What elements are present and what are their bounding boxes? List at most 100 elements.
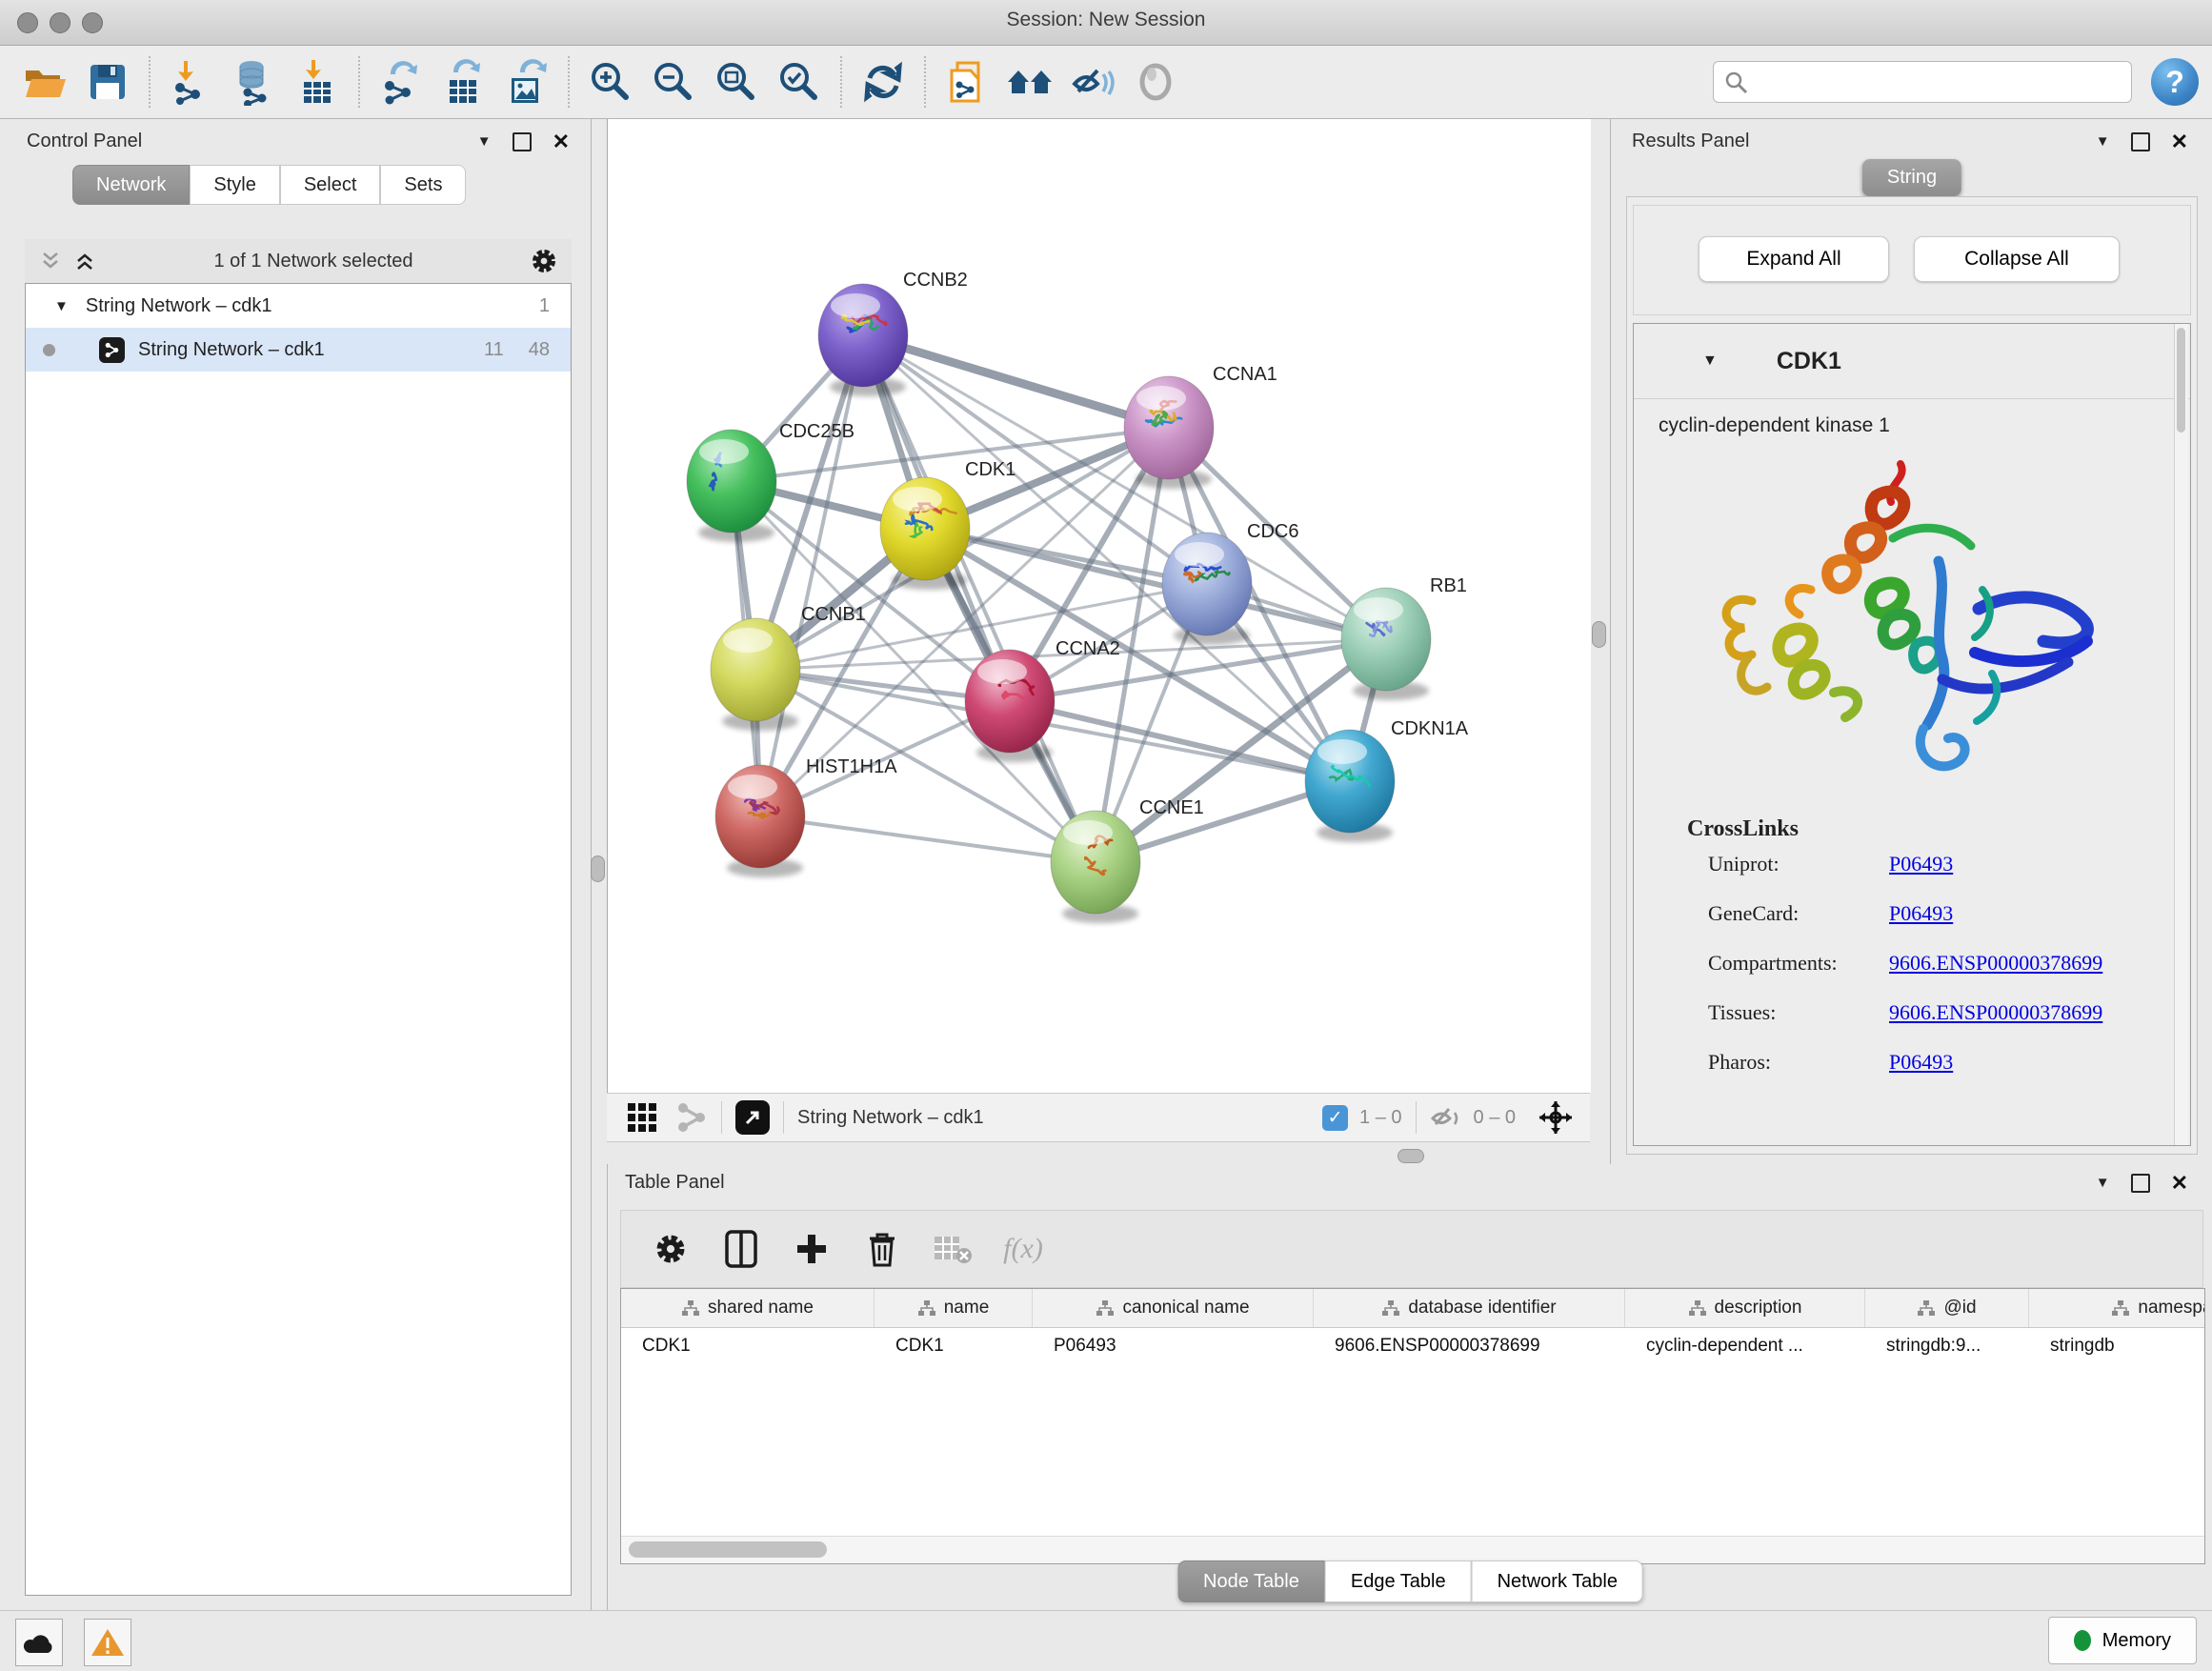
network-edge[interactable] <box>760 816 1096 862</box>
table-settings-button[interactable] <box>644 1222 697 1276</box>
panel-menu-arrow-icon[interactable]: ▼ <box>2096 133 2110 150</box>
network-collection-row[interactable]: ▼ String Network – cdk1 1 <box>26 284 571 328</box>
tab-string[interactable]: String <box>1862 159 1961 196</box>
show-columns-button[interactable] <box>714 1222 768 1276</box>
column-header-databaseidentifier[interactable]: database identifier <box>1314 1289 1625 1327</box>
network-node-CDKN1A[interactable]: CDKN1A <box>1305 718 1469 842</box>
network-node-CCNB1[interactable]: CCNB1 <box>711 604 866 731</box>
float-panel-icon[interactable] <box>2131 1174 2150 1193</box>
add-column-button[interactable] <box>785 1222 838 1276</box>
close-panel-icon[interactable]: ✕ <box>553 134 570 150</box>
table-cell[interactable]: CDK1 <box>621 1336 875 1357</box>
import-network-from-file-button[interactable] <box>164 54 219 110</box>
export-network-button[interactable] <box>373 54 429 110</box>
column-header-name[interactable]: name <box>875 1289 1033 1327</box>
float-panel-icon[interactable] <box>2131 132 2150 151</box>
scrollbar-thumb[interactable] <box>629 1541 827 1558</box>
birds-eye-view-icon[interactable] <box>735 1100 770 1135</box>
tab-select[interactable]: Select <box>280 165 381 205</box>
float-panel-icon[interactable] <box>513 132 532 151</box>
zoom-in-button[interactable] <box>583 54 638 110</box>
hide-selected-button[interactable] <box>1065 54 1120 110</box>
tab-sets[interactable]: Sets <box>380 165 466 205</box>
zoom-out-button[interactable] <box>646 54 701 110</box>
panel-menu-arrow-icon[interactable]: ▼ <box>477 133 492 150</box>
horizontal-splitter-handle[interactable] <box>1398 1149 1424 1163</box>
network-edge[interactable] <box>863 335 1096 862</box>
zoom-selected-button[interactable] <box>772 54 827 110</box>
tab-network-table[interactable]: Network Table <box>1472 1560 1643 1602</box>
network-overview-icon[interactable] <box>675 1101 708 1134</box>
crosslink-link[interactable]: 9606.ENSP00000378699 <box>1889 1000 2102 1025</box>
search-input[interactable] <box>1713 61 2132 103</box>
table-cell[interactable]: cyclin-dependent ... <box>1625 1336 1865 1357</box>
network-node-CDC6[interactable]: CDC6 <box>1162 521 1298 645</box>
right-splitter-handle[interactable] <box>1592 621 1606 648</box>
network-node-RB1[interactable]: RB1 <box>1341 575 1467 700</box>
network-canvas[interactable]: CCNB2CCNA1CDC25BCDK1CDC6RB1CCNB1CCNA2CDK… <box>607 119 1591 1093</box>
column-header-description[interactable]: description <box>1625 1289 1865 1327</box>
close-panel-icon[interactable]: ✕ <box>2171 1176 2188 1191</box>
import-table-from-file-button[interactable] <box>290 54 345 110</box>
expand-all-button[interactable]: Expand All <box>1699 236 1889 282</box>
function-builder-button[interactable]: f(x) <box>996 1222 1050 1276</box>
network-node-HIST1H1A[interactable]: HIST1H1A <box>715 756 897 877</box>
table-cell[interactable]: stringdb:9... <box>1865 1336 2029 1357</box>
fit-selection-crosshair-icon[interactable] <box>1537 1098 1575 1137</box>
selected-checkbox-icon[interactable]: ✓ <box>1322 1105 1348 1131</box>
column-header-canonicalname[interactable]: canonical name <box>1033 1289 1314 1327</box>
column-header-namespace[interactable]: namespace <box>2029 1289 2205 1327</box>
table-cell[interactable]: 9606.ENSP00000378699 <box>1314 1336 1625 1357</box>
export-image-button[interactable] <box>499 54 554 110</box>
expand-all-chevrons-icon[interactable] <box>72 250 97 272</box>
export-table-button[interactable] <box>436 54 492 110</box>
left-splitter-handle[interactable] <box>591 856 605 882</box>
help-button[interactable]: ? <box>2151 58 2199 106</box>
clone-network-button[interactable] <box>939 54 995 110</box>
crosslink-link[interactable]: 9606.ENSP00000378699 <box>1889 951 2102 976</box>
network-row-selected[interactable]: String Network – cdk1 11 48 <box>26 328 571 372</box>
table-row[interactable]: CDK1CDK1P064939606.ENSP00000378699cyclin… <box>621 1328 2204 1364</box>
collapse-all-chevrons-icon[interactable] <box>38 250 63 272</box>
tab-style[interactable]: Style <box>190 165 279 205</box>
warnings-button[interactable] <box>84 1619 131 1666</box>
save-session-button[interactable] <box>80 54 135 110</box>
table-cell[interactable]: stringdb <box>2029 1336 2205 1357</box>
crosslink-link[interactable]: P06493 <box>1889 901 1953 926</box>
cloud-status-button[interactable] <box>15 1619 63 1666</box>
first-neighbors-button[interactable] <box>1002 54 1057 110</box>
open-session-button[interactable] <box>17 54 72 110</box>
zoom-fit-button[interactable] <box>709 54 764 110</box>
close-panel-icon[interactable]: ✕ <box>2171 134 2188 150</box>
table-cell[interactable]: CDK1 <box>875 1336 1033 1357</box>
network-edge[interactable] <box>863 335 1169 428</box>
crosslink-link[interactable]: P06493 <box>1889 1050 1953 1075</box>
network-edge[interactable] <box>760 335 863 816</box>
delete-table-button[interactable] <box>926 1222 979 1276</box>
panel-menu-arrow-icon[interactable]: ▼ <box>2096 1175 2110 1191</box>
column-header-id[interactable]: @id <box>1865 1289 2029 1327</box>
collapse-all-button[interactable]: Collapse All <box>1914 236 2120 282</box>
results-scrollbar-thumb[interactable] <box>2177 328 2185 433</box>
tab-edge-table[interactable]: Edge Table <box>1325 1560 1472 1602</box>
network-node-CCNA1[interactable]: CCNA1 <box>1124 364 1277 489</box>
import-network-from-database-button[interactable] <box>227 54 282 110</box>
tab-node-table[interactable]: Node Table <box>1177 1560 1325 1602</box>
results-scrollbar[interactable] <box>2174 324 2188 1145</box>
column-header-sharedname[interactable]: shared name <box>621 1289 875 1327</box>
gene-section-header[interactable]: ▼ CDK1 <box>1634 324 2190 399</box>
table-horizontal-scrollbar[interactable] <box>621 1536 2204 1563</box>
table-cell[interactable]: P06493 <box>1033 1336 1314 1357</box>
memory-button[interactable]: Memory <box>2048 1617 2197 1664</box>
section-collapse-icon[interactable]: ▼ <box>1702 352 1718 370</box>
delete-column-button[interactable] <box>855 1222 909 1276</box>
tree-expander-icon[interactable]: ▼ <box>54 298 69 314</box>
tab-network[interactable]: Network <box>72 165 190 205</box>
network-node-CCNB2[interactable]: CCNB2 <box>818 270 968 396</box>
hidden-eye-icon[interactable] <box>1430 1103 1464 1132</box>
refresh-view-button[interactable] <box>855 54 911 110</box>
show-graphics-details-button[interactable] <box>1128 54 1183 110</box>
gear-icon[interactable] <box>530 247 558 275</box>
crosslink-link[interactable]: P06493 <box>1889 852 1953 876</box>
grid-view-icon[interactable] <box>628 1103 656 1132</box>
